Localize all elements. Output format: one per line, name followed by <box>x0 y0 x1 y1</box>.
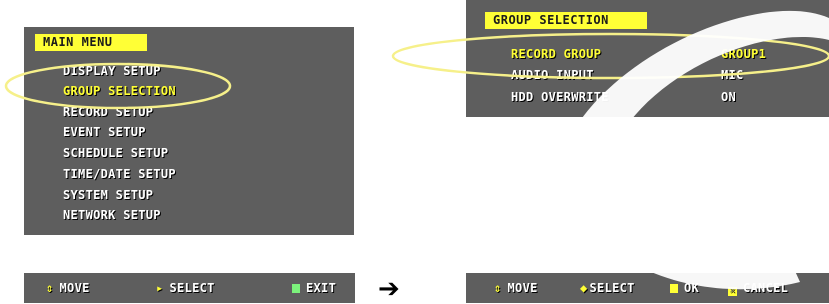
setting-label: AUDIO INPUT <box>511 68 594 82</box>
footer-move-label: MOVE <box>59 281 90 295</box>
footer-cancel-hint: ✕ CANCEL <box>728 280 788 296</box>
menu-item-system-setup[interactable]: SYSTEM SETUP <box>63 187 153 204</box>
footer-select-label: SELECT <box>589 281 635 295</box>
footer-ok-label: OK <box>684 281 700 295</box>
right-arrow-icon: ➔ <box>378 274 400 304</box>
menu-item-display-setup[interactable]: DISPLAY SETUP <box>63 63 161 80</box>
group-selection-title: GROUP SELECTION <box>485 12 647 29</box>
setting-row-record-group[interactable]: RECORD GROUP GROUP1 <box>511 46 766 63</box>
right-triangle-icon: ▸ <box>156 281 164 295</box>
menu-item-event-setup[interactable]: EVENT SETUP <box>63 124 146 141</box>
footer-move-label: MOVE <box>507 281 538 295</box>
footer-cancel-label: CANCEL <box>743 281 789 295</box>
up-down-arrows-icon: ⇕ <box>494 281 502 295</box>
footer-move-hint: ⇕ MOVE <box>46 280 90 296</box>
footer-exit-label: EXIT <box>306 281 337 295</box>
setting-value[interactable]: ON <box>721 89 736 106</box>
footer-ok-hint: OK <box>670 280 699 296</box>
up-down-arrows-icon: ⇕ <box>46 281 54 295</box>
menu-item-schedule-setup[interactable]: SCHEDULE SETUP <box>63 145 168 162</box>
setting-label: HDD OVERWRITE <box>511 90 609 104</box>
watermark-shape <box>740 126 797 224</box>
setting-value[interactable]: MIC <box>721 67 744 84</box>
footer-select-label: SELECT <box>169 281 215 295</box>
menu-item-network-setup[interactable]: NETWORK SETUP <box>63 207 161 224</box>
footer-exit-hint: EXIT <box>292 280 336 296</box>
setting-row-hdd-overwrite[interactable]: HDD OVERWRITE ON <box>511 89 736 106</box>
yellow-square-icon <box>670 284 678 293</box>
menu-item-group-selection[interactable]: GROUP SELECTION <box>63 83 176 100</box>
footer-select-hint: ◆ SELECT <box>580 280 635 296</box>
green-square-icon <box>292 284 300 293</box>
footer-move-hint: ⇕ MOVE <box>494 280 538 296</box>
menu-item-time-date-setup[interactable]: TIME/DATE SETUP <box>63 166 176 183</box>
main-menu-footer: ⇕ MOVE ▸ SELECT EXIT <box>24 273 355 303</box>
setting-label: RECORD GROUP <box>511 47 602 61</box>
group-selection-footer: ⇕ MOVE ◆ SELECT OK ✕ CANCEL <box>466 273 829 303</box>
x-box-icon: ✕ <box>728 286 737 296</box>
setting-row-audio-input[interactable]: AUDIO INPUT MIC <box>511 67 743 84</box>
main-menu-title: MAIN MENU <box>35 34 147 51</box>
menu-item-record-setup[interactable]: RECORD SETUP <box>63 104 153 121</box>
footer-select-hint: ▸ SELECT <box>156 280 215 296</box>
setting-value[interactable]: GROUP1 <box>721 46 766 63</box>
left-right-diamond-icon: ◆ <box>580 281 588 295</box>
